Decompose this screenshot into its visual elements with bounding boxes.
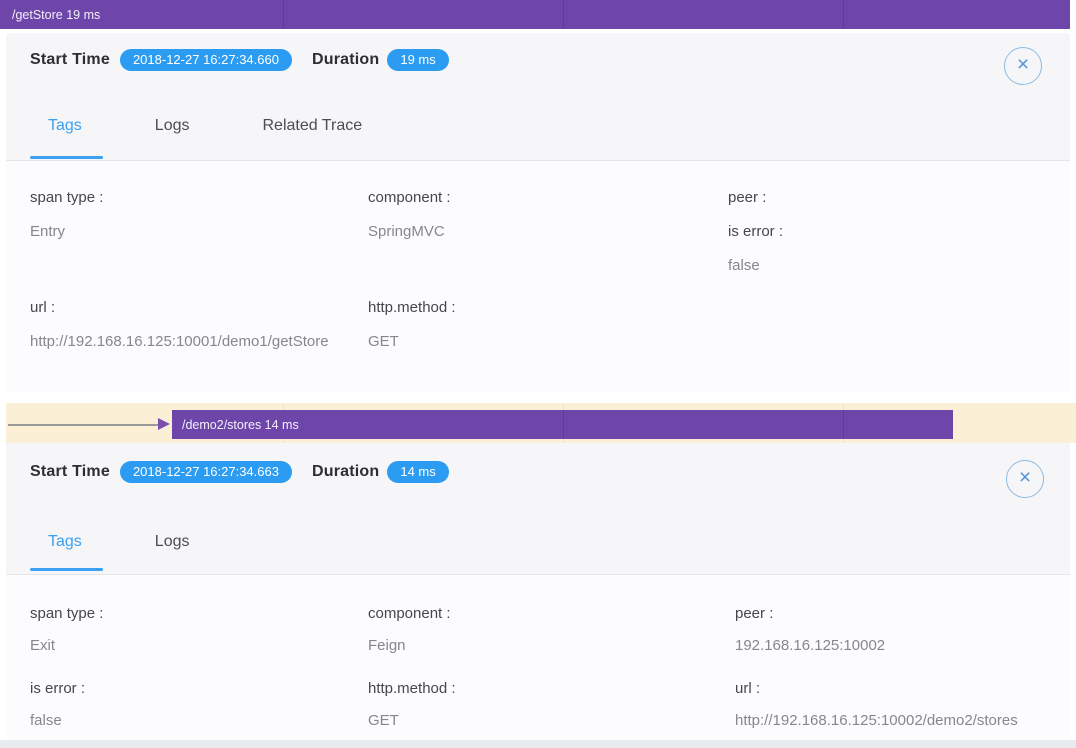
tag-is-error: is error : false: [728, 222, 783, 276]
tab-logs[interactable]: Logs: [155, 117, 190, 135]
tag-key: peer :: [728, 188, 783, 208]
tag-span-type: span type : Entry: [30, 188, 329, 242]
tag-peer: peer : 192.168.16.125:10002: [735, 604, 1018, 656]
tags-column-1: span type : Exit is error : false: [30, 575, 103, 748]
tag-value: Entry: [30, 222, 329, 242]
trace-span-bar-label: /getStore 19 ms: [0, 8, 100, 22]
trace-span-bar-label: /demo2/stores 14 ms: [172, 418, 299, 432]
tag-value: GET: [368, 332, 456, 352]
parent-span-link-line: [8, 424, 158, 426]
timeline-band: /demo2/stores 14 ms: [6, 403, 1076, 443]
tab-related-trace[interactable]: Related Trace: [263, 117, 363, 135]
tag-component: component : Feign: [368, 604, 456, 656]
duration-badge: 14 ms: [387, 461, 448, 483]
tag-is-error: is error : false: [30, 679, 103, 731]
parent-span-arrow-icon: [158, 418, 170, 430]
start-time-label: Start Time: [30, 51, 110, 69]
tag-value: SpringMVC: [368, 222, 456, 242]
tag-key: component :: [368, 604, 456, 624]
tag-value: 192.168.16.125:10002: [735, 636, 1018, 656]
trace-detail-page: /getStore 19 ms Start Time 2018-12-27 16…: [0, 0, 1076, 748]
close-icon: ×: [1017, 53, 1029, 76]
tag-value: http://192.168.16.125:10001/demo1/getSto…: [30, 332, 329, 352]
timeline-gridline: [283, 0, 284, 29]
tag-key: span type :: [30, 188, 329, 208]
start-time-badge: 2018-12-27 16:27:34.660: [120, 49, 292, 71]
tags-column-3: peer : 192.168.16.125:10002 url : http:/…: [735, 575, 1018, 748]
tags-column-2: component : SpringMVC http.method : GET: [368, 161, 456, 408]
close-icon: ×: [1019, 466, 1031, 489]
tag-value: GET: [368, 711, 456, 731]
span-detail-header: Start Time 2018-12-27 16:27:34.663 Durat…: [6, 454, 1070, 490]
detail-tabs: Tags Logs Related Trace: [48, 117, 435, 135]
tag-http-method: http.method : GET: [368, 679, 456, 731]
bottom-scroll-strip: [0, 740, 1076, 748]
timeline-gridline: [563, 410, 564, 439]
tab-tags[interactable]: Tags: [48, 533, 82, 551]
start-time-label: Start Time: [30, 463, 110, 481]
tag-key: peer :: [735, 604, 1018, 624]
tag-key: component :: [368, 188, 456, 208]
detail-tabs: Tags Logs: [48, 533, 263, 551]
tag-url: url : http://192.168.16.125:10002/demo2/…: [735, 679, 1018, 731]
tag-value: false: [728, 256, 783, 276]
tag-span-type: span type : Exit: [30, 604, 103, 656]
tag-value: Feign: [368, 636, 456, 656]
tag-key: is error :: [728, 222, 783, 242]
tags-content: span type : Exit is error : false compon…: [6, 575, 1070, 741]
duration-label: Duration: [312, 463, 379, 481]
tag-key: http.method :: [368, 679, 456, 699]
tags-column-3: peer : is error : false: [728, 161, 783, 332]
tag-value: Exit: [30, 636, 103, 656]
tags-column-1: span type : Entry url : http://192.168.1…: [30, 161, 329, 408]
span-detail-panel-1: Start Time 2018-12-27 16:27:34.660 Durat…: [6, 33, 1070, 392]
tags-content: span type : Entry url : http://192.168.1…: [6, 161, 1070, 392]
tag-value: false: [30, 711, 103, 731]
tag-key: span type :: [30, 604, 103, 624]
timeline-gridline: [843, 410, 844, 439]
start-time-badge: 2018-12-27 16:27:34.663: [120, 461, 292, 483]
tag-peer: peer :: [728, 188, 783, 208]
active-tab-underline: [30, 568, 103, 571]
trace-span-bar-stores[interactable]: /demo2/stores 14 ms: [172, 410, 953, 439]
tag-key: url :: [735, 679, 1018, 699]
tag-key: is error :: [30, 679, 103, 699]
tag-key: url :: [30, 298, 329, 318]
span-detail-header: Start Time 2018-12-27 16:27:34.660 Durat…: [6, 42, 1070, 78]
timeline-gridline: [563, 0, 564, 29]
span-detail-panel-2: Start Time 2018-12-27 16:27:34.663 Durat…: [6, 443, 1070, 741]
tag-http-method: http.method : GET: [368, 298, 456, 352]
trace-span-bar-getstore[interactable]: /getStore 19 ms: [0, 0, 1070, 29]
close-button[interactable]: ×: [1006, 460, 1044, 498]
tag-component: component : SpringMVC: [368, 188, 456, 242]
tag-key: http.method :: [368, 298, 456, 318]
duration-label: Duration: [312, 51, 379, 69]
tab-tags[interactable]: Tags: [48, 117, 82, 135]
duration-badge: 19 ms: [387, 49, 448, 71]
active-tab-underline: [30, 156, 103, 159]
tab-logs[interactable]: Logs: [155, 533, 190, 551]
tag-value: http://192.168.16.125:10002/demo2/stores: [735, 711, 1018, 731]
tag-url: url : http://192.168.16.125:10001/demo1/…: [30, 298, 329, 352]
close-button[interactable]: ×: [1004, 47, 1042, 85]
tags-column-2: component : Feign http.method : GET: [368, 575, 456, 748]
timeline-gridline: [843, 0, 844, 29]
